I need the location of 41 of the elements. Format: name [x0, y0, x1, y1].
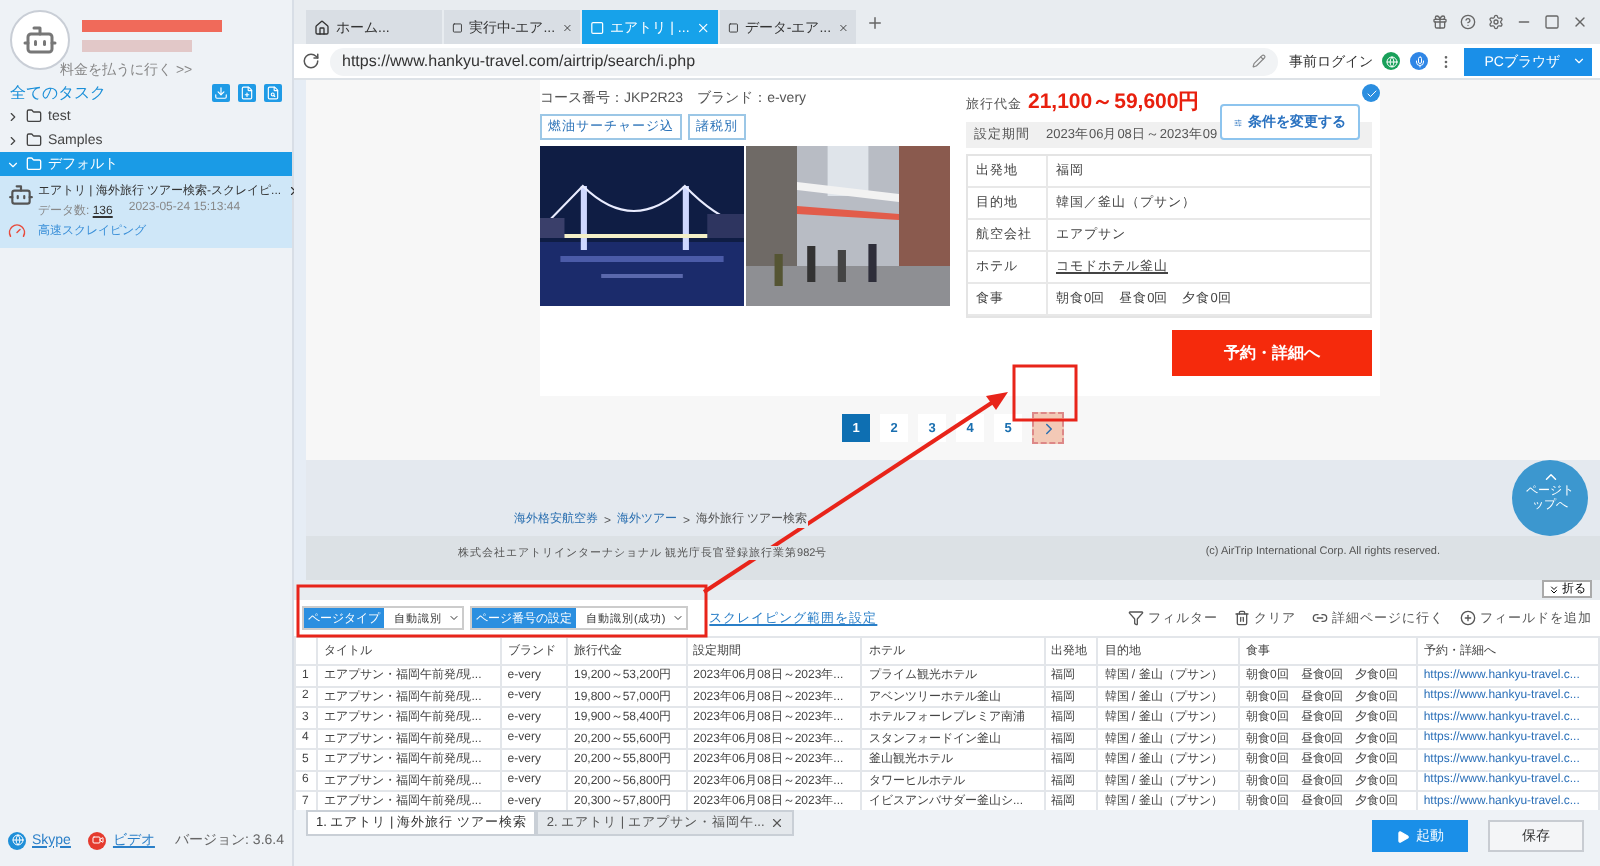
home-icon	[314, 19, 330, 35]
page-icon	[590, 19, 605, 35]
chevron-up-icon	[1541, 468, 1559, 486]
extension-icon[interactable]	[1382, 52, 1401, 70]
filter-icon	[1128, 610, 1144, 626]
plus-icon	[1460, 610, 1476, 626]
highlight-frame	[1012, 364, 1078, 422]
new-tab-icon[interactable]	[866, 13, 884, 31]
new-task-icon[interactable]	[238, 83, 256, 101]
folder-icon	[26, 132, 42, 148]
play-icon	[1396, 829, 1410, 843]
gift-icon[interactable]	[1432, 14, 1448, 30]
settings-icon[interactable]	[1488, 14, 1504, 30]
maximize-icon[interactable]	[1544, 14, 1560, 30]
video-icon	[88, 831, 107, 849]
caret-icon	[448, 612, 460, 624]
mic-icon[interactable]	[1410, 52, 1429, 70]
book-button[interactable]: 予約・詳細へ	[1172, 330, 1372, 376]
page-icon	[452, 19, 463, 35]
url-field[interactable]: https://www.hankyu-travel.com/airtrip/search/i.php	[330, 47, 1279, 75]
search-icon[interactable]	[264, 83, 282, 101]
sidebar-heading: 全てのタスク	[10, 81, 108, 103]
reload-icon[interactable]	[302, 52, 320, 70]
price: 21,100～59,600円	[1028, 88, 1201, 116]
next-page-button[interactable]	[1032, 412, 1064, 444]
folder-icon	[26, 108, 42, 124]
caret-icon	[1572, 54, 1586, 68]
page-icon	[728, 19, 739, 35]
robot-icon	[8, 182, 34, 208]
help-icon[interactable]	[1460, 14, 1476, 30]
pencil-icon[interactable]	[1252, 54, 1267, 68]
trash-icon	[1234, 610, 1250, 626]
link-icon	[1312, 610, 1328, 626]
speed-icon	[8, 222, 26, 240]
redaction-mark	[82, 20, 222, 52]
skype-icon	[8, 831, 26, 849]
folder-icon	[26, 156, 42, 172]
caret-icon	[671, 612, 684, 624]
import-icon[interactable]	[212, 83, 230, 101]
chevrons-down-icon	[1548, 583, 1560, 595]
sliders-icon	[1234, 115, 1242, 129]
